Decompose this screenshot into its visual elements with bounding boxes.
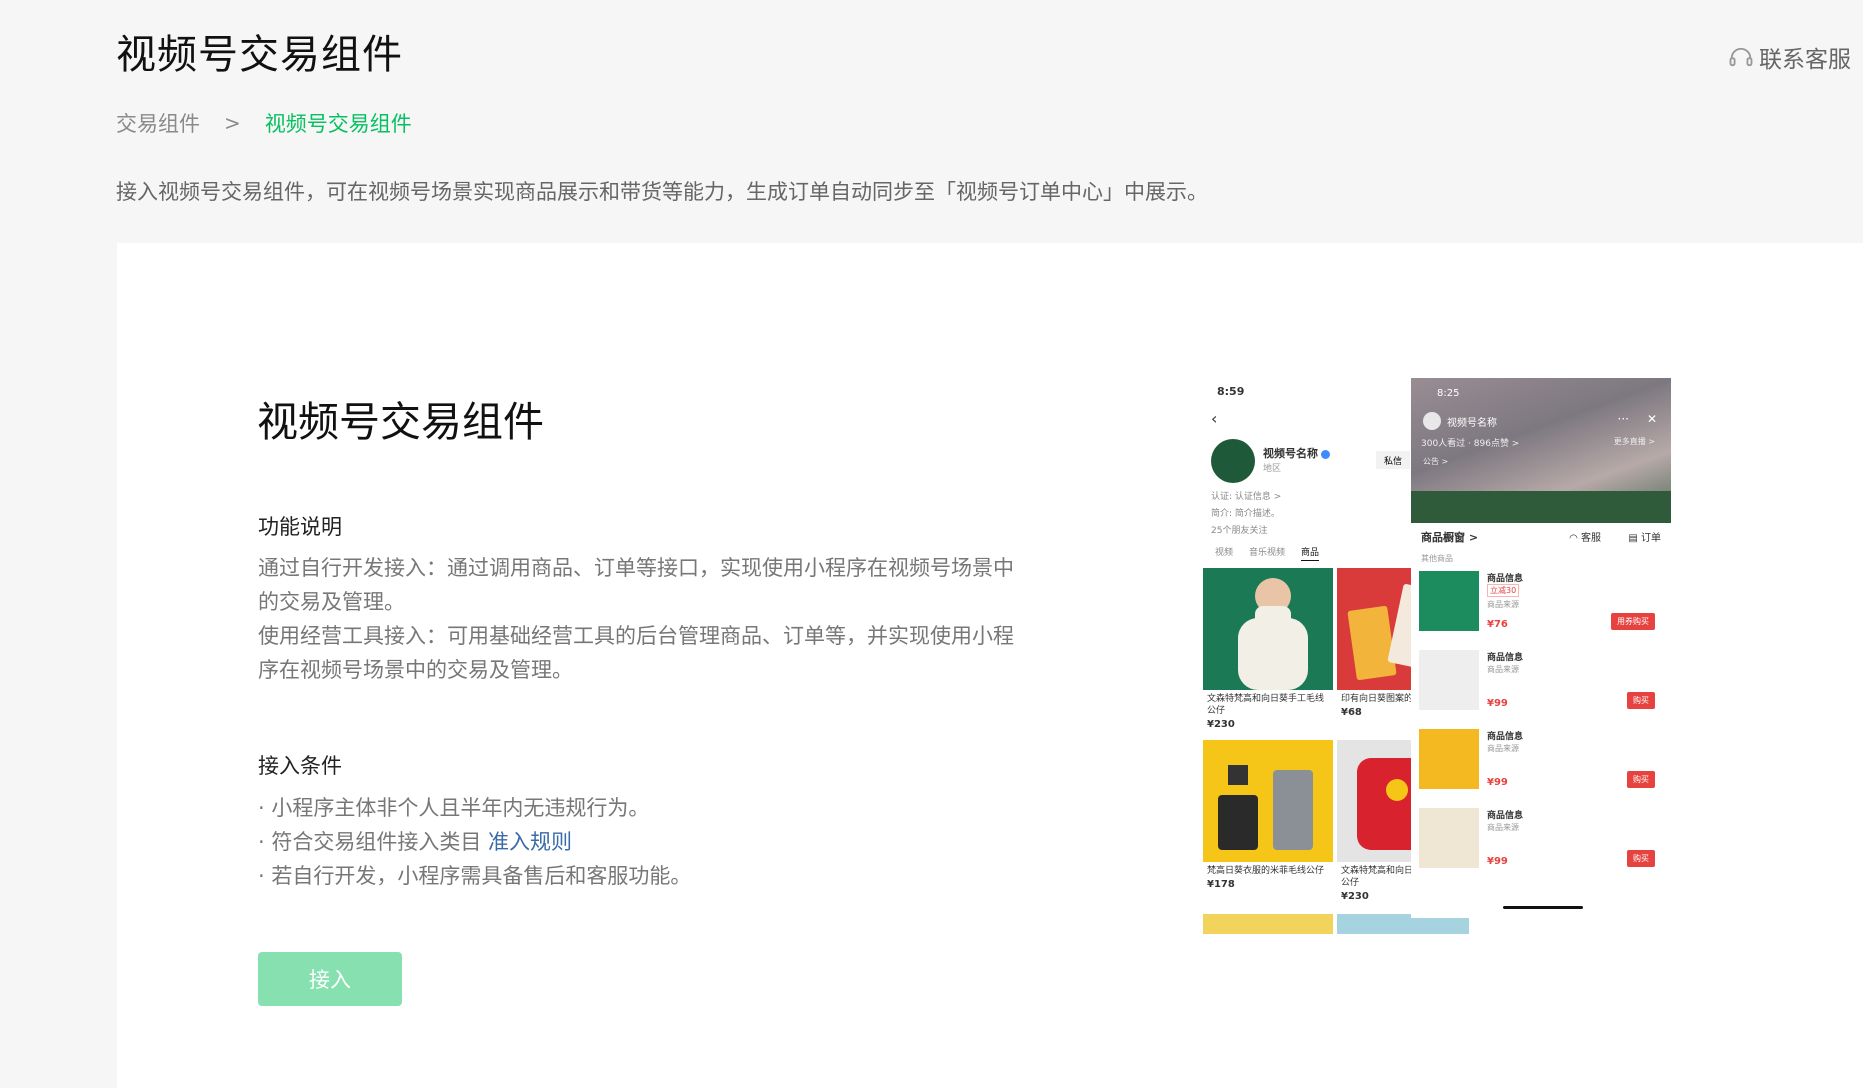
order-icon: ▤ xyxy=(1628,533,1641,544)
conditions-heading: 接入条件 xyxy=(258,754,342,778)
channel-area: 地区 xyxy=(1263,464,1282,474)
condition-item: · 若自行开发，小程序需具备售后和客服功能。 xyxy=(258,864,692,888)
breadcrumb: 交易组件 > 视频号交易组件 xyxy=(116,108,412,138)
feature-item: 使用经营工具接入：可用基础经营工具的后台管理商品、订单等，并实现使用小程序在视频… xyxy=(258,624,1014,682)
conditions-list: · 小程序主体非个人且半年内无违规行为。 · 符合交易组件接入类目 准入规则 ·… xyxy=(258,791,691,893)
announcement: 公告 > xyxy=(1423,457,1449,466)
tab-music-video: 音乐视频 xyxy=(1249,548,1286,558)
live-stats: 300人看过 · 896点赞 > xyxy=(1421,439,1520,449)
features-heading: 功能说明 xyxy=(258,515,342,539)
home-indicator xyxy=(1503,906,1583,909)
breadcrumb-current: 视频号交易组件 xyxy=(264,112,412,136)
product-image xyxy=(1203,914,1333,934)
product-image xyxy=(1203,568,1333,690)
verified-icon xyxy=(1321,449,1330,459)
product-card: 梵高日葵衣服的米菲毛线公仔 ¥178 xyxy=(1203,740,1333,910)
card-title: 视频号交易组件 xyxy=(257,398,544,446)
access-rules-link[interactable]: 准入规则 xyxy=(488,830,572,854)
orders: ▤ 订单 xyxy=(1628,533,1661,544)
contact-support-link[interactable]: 联系客服 xyxy=(1727,40,1851,74)
buy-button: 购买 xyxy=(1627,850,1655,867)
access-button[interactable]: 接入 xyxy=(258,952,402,1006)
product-thumbnail xyxy=(1419,650,1479,710)
chevron-right-icon: > xyxy=(224,111,241,135)
shop-window-title: 商品橱窗 > xyxy=(1421,531,1479,544)
live-banner xyxy=(1411,378,1671,523)
condition-item: · 符合交易组件接入类目 准入规则 xyxy=(258,830,573,854)
product-thumbnail xyxy=(1419,729,1479,789)
condition-item: · 小程序主体非个人且半年内无违规行为。 xyxy=(258,796,650,820)
channel-name: 视频号名称 xyxy=(1447,418,1497,429)
feature-item: 通过自行开发接入：通过调用商品、订单等接口，实现使用小程序在视频号场景中的交易及… xyxy=(258,556,1014,614)
more-live-link: 更多直播 > xyxy=(1613,437,1655,446)
tab-video: 视频 xyxy=(1215,548,1234,558)
headset-icon xyxy=(1729,47,1753,67)
contact-support-label: 联系客服 xyxy=(1759,47,1851,73)
shop-item: 商品信息 商品来源 ¥99 购买 xyxy=(1419,808,1663,878)
discount-badge: 立减30 xyxy=(1487,584,1520,597)
channel-icon xyxy=(1423,412,1441,430)
shop-item: 商品信息 商品来源 ¥99 购买 xyxy=(1419,650,1663,720)
close-icon: ✕ xyxy=(1646,412,1657,426)
product-thumbnail xyxy=(1419,808,1479,868)
page-description: 接入视频号交易组件，可在视频号场景实现商品展示和带货等能力，生成订单自动同步至「… xyxy=(116,180,1208,204)
live-shop-mockup: 8:25 视频号名称 ··· ✕ 300人看过 · 896点赞 > 更多直播 >… xyxy=(1411,378,1671,918)
product-card: 文森特梵高和向日葵手工毛线公仔 ¥230 xyxy=(1203,568,1333,738)
product-image xyxy=(1203,740,1333,862)
channel-name: 视频号名称 xyxy=(1263,445,1330,461)
page-title: 视频号交易组件 xyxy=(116,32,403,78)
avatar xyxy=(1211,439,1255,483)
customer-service: ◠ 客服 xyxy=(1569,533,1601,544)
buy-button: 购买 xyxy=(1627,771,1655,788)
features-description: 通过自行开发接入：通过调用商品、订单等接口，实现使用小程序在视频号场景中的交易及… xyxy=(258,551,1028,687)
more-icon: ··· xyxy=(1617,412,1629,426)
buy-button: 购买 xyxy=(1627,692,1655,709)
buy-button: 用券购买 xyxy=(1611,613,1655,630)
other-products-label: 其他商品 xyxy=(1421,554,1453,563)
shop-item: 商品信息 立减30 商品来源 ¥76 用券购买 xyxy=(1419,571,1663,641)
channel-info: 认证: 认证信息 > 简介: 简介描述。 25个朋友关注 xyxy=(1211,492,1282,536)
status-time: 8:59 xyxy=(1217,385,1245,398)
channel-tabs: 视频 音乐视频 商品 xyxy=(1215,545,1320,561)
shop-item: 商品信息 商品来源 ¥99 购买 xyxy=(1419,729,1663,799)
back-arrow-icon: ‹ xyxy=(1211,409,1218,428)
content-card: 视频号交易组件 功能说明 通过自行开发接入：通过调用商品、订单等接口，实现使用小… xyxy=(117,243,1863,1088)
headset-icon: ◠ xyxy=(1569,533,1581,544)
tab-products: 商品 xyxy=(1301,545,1320,561)
status-time: 8:25 xyxy=(1437,388,1460,399)
message-button: 私信 xyxy=(1376,451,1410,469)
product-thumbnail xyxy=(1419,571,1479,631)
breadcrumb-parent[interactable]: 交易组件 xyxy=(116,108,200,138)
